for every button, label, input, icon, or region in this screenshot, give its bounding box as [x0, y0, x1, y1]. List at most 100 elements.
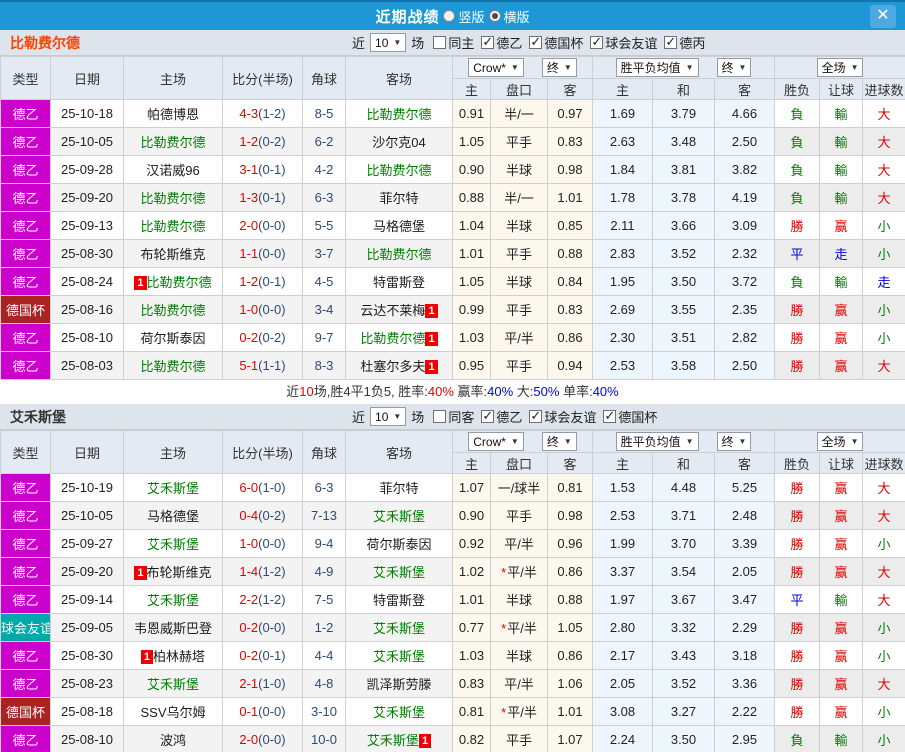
europe-time-select[interactable]: 终 — [717, 58, 752, 77]
league-type-cell: 德乙 — [1, 670, 51, 698]
league-type-cell: 德乙 — [1, 156, 51, 184]
ah-home-odds: 1.03 — [453, 642, 491, 670]
score-cell: 1-3(0-1) — [223, 184, 303, 212]
eu-away-odds: 3.82 — [715, 156, 775, 184]
handicap-result: 輸 — [820, 726, 863, 752]
away-team-cell: 比勒费尔德 — [346, 156, 453, 184]
halftime-score: (0-0) — [258, 732, 285, 747]
league-checkbox[interactable] — [481, 36, 494, 49]
near-label: 近 — [352, 407, 365, 426]
halftime-score: (0-1) — [258, 190, 285, 205]
radio-horizontal-layout[interactable]: 横版 — [489, 7, 530, 26]
match-row: 德乙25-10-05马格德堡0-4(0-2)7-13艾禾斯堡0.90平手0.98… — [1, 502, 905, 530]
fulltime-score: 1-2 — [239, 134, 258, 149]
ah-home-odds: 1.02 — [453, 558, 491, 586]
goals-result: 大 — [863, 352, 905, 380]
team-label: 波鸿 — [160, 733, 186, 748]
radio-vertical-layout[interactable]: 竖版 — [443, 7, 484, 26]
europe-avg-select[interactable]: 胜平负均值 — [616, 58, 699, 77]
winloss-result: 勝 — [775, 502, 820, 530]
eu-away-odds: 3.39 — [715, 530, 775, 558]
recent-count-select[interactable]: 10 — [370, 33, 406, 52]
halftime-score: (0-0) — [258, 246, 285, 261]
away-team-cell: 艾禾斯堡1 — [346, 726, 453, 752]
eu-away-odds: 3.47 — [715, 586, 775, 614]
eu-away-odds: 3.18 — [715, 642, 775, 670]
europe-time-select[interactable]: 终 — [717, 432, 752, 451]
eu-draw-odds: 3.81 — [653, 156, 715, 184]
winloss-result: 勝 — [775, 698, 820, 726]
league-checkbox[interactable] — [529, 410, 542, 423]
fulltime-score: 2-2 — [239, 592, 258, 607]
summary-segment: 10 — [299, 384, 313, 399]
same-venue-checkbox[interactable] — [433, 410, 446, 423]
col-corner: 角球 — [303, 431, 346, 474]
odds-time-select[interactable]: 终 — [542, 58, 577, 77]
ah-handicap: 平/半 — [491, 324, 548, 352]
halftime-score: (0-2) — [258, 330, 285, 345]
ah-handicap: 半球 — [491, 212, 548, 240]
rank-badge: 1 — [425, 304, 437, 318]
eu-away-odds: 4.66 — [715, 100, 775, 128]
home-team-cell: 帕德博恩 — [124, 100, 223, 128]
handicap-result: 輸 — [820, 128, 863, 156]
league-checkbox[interactable] — [481, 410, 494, 423]
fulltime-select[interactable]: 全场 — [817, 432, 864, 451]
league-checkbox[interactable] — [529, 36, 542, 49]
league-checkbox-label: 德乙 — [496, 407, 522, 426]
recent-count-select[interactable]: 10 — [370, 407, 406, 426]
winloss-result: 勝 — [775, 614, 820, 642]
europe-avg-select[interactable]: 胜平负均值 — [616, 432, 699, 451]
league-checkbox-label: 德国杯 — [544, 33, 583, 52]
recent-results-panel: 近期战绩 竖版 横版 ✕ 比勒费尔德 近 10 场 同主 德乙德国杯球会友谊德丙 — [0, 0, 905, 752]
team-label: 比勒费尔德 — [140, 191, 205, 206]
home-team-cell: 比勒费尔德 — [124, 212, 223, 240]
sub-away-odds: 客 — [548, 453, 593, 474]
match-date: 25-08-24 — [51, 268, 124, 296]
ah-away-odds: 1.07 — [548, 726, 593, 752]
eu-draw-odds: 3.79 — [653, 100, 715, 128]
eu-draw-odds: 3.71 — [653, 502, 715, 530]
rank-badge: 1 — [425, 360, 437, 374]
handicap-result: 輸 — [820, 268, 863, 296]
halftime-score: (1-0) — [258, 676, 285, 691]
bookmaker-select[interactable]: Crow* — [468, 432, 524, 451]
bookmaker-select[interactable]: Crow* — [468, 58, 524, 77]
match-date: 25-08-18 — [51, 698, 124, 726]
radio-vertical-label: 竖版 — [458, 7, 484, 26]
fulltime-score: 1-4 — [239, 564, 258, 579]
col-score: 比分(半场) — [223, 431, 303, 474]
league-checkbox[interactable] — [664, 36, 677, 49]
rank-badge: 1 — [141, 650, 153, 664]
corner-cell: 3-7 — [303, 240, 346, 268]
goals-result: 小 — [863, 240, 905, 268]
league-checkbox[interactable] — [590, 36, 603, 49]
match-row: 德乙25-10-18帕德博恩4-3(1-2)8-5比勒费尔德0.91半/一0.9… — [1, 100, 905, 128]
eu-away-odds: 2.82 — [715, 324, 775, 352]
league-type-cell: 德乙 — [1, 726, 51, 752]
matches-table-away: 类型 日期 主场 比分(半场) 角球 客场 Crow* 终 胜平负均值 终 全场 — [0, 430, 905, 752]
winloss-result: 平 — [775, 240, 820, 268]
radio-icon[interactable] — [443, 10, 455, 22]
ah-handicap: 平手 — [491, 726, 548, 752]
ah-handicap: 半球 — [491, 642, 548, 670]
close-icon[interactable]: ✕ — [870, 5, 896, 28]
goals-result: 大 — [863, 474, 905, 502]
radio-icon-selected[interactable] — [489, 10, 501, 22]
eu-draw-odds: 3.50 — [653, 726, 715, 752]
odds-time-select[interactable]: 终 — [542, 432, 577, 451]
league-checkboxes: 德乙德国杯球会友谊德丙 — [474, 33, 705, 52]
handicap-result: 輸 — [820, 156, 863, 184]
ah-handicap: 半球 — [491, 268, 548, 296]
corner-cell: 4-2 — [303, 156, 346, 184]
league-type-cell: 德乙 — [1, 324, 51, 352]
rank-badge: 1 — [134, 276, 146, 290]
fulltime-select[interactable]: 全场 — [817, 58, 864, 77]
sub-handicap-result: 让球 — [820, 453, 863, 474]
eu-home-odds: 2.53 — [593, 352, 653, 380]
same-venue-checkbox[interactable] — [433, 36, 446, 49]
ah-away-odds: 0.83 — [548, 128, 593, 156]
league-type-cell: 德乙 — [1, 184, 51, 212]
ah-away-odds: 0.97 — [548, 100, 593, 128]
league-checkbox[interactable] — [603, 410, 616, 423]
